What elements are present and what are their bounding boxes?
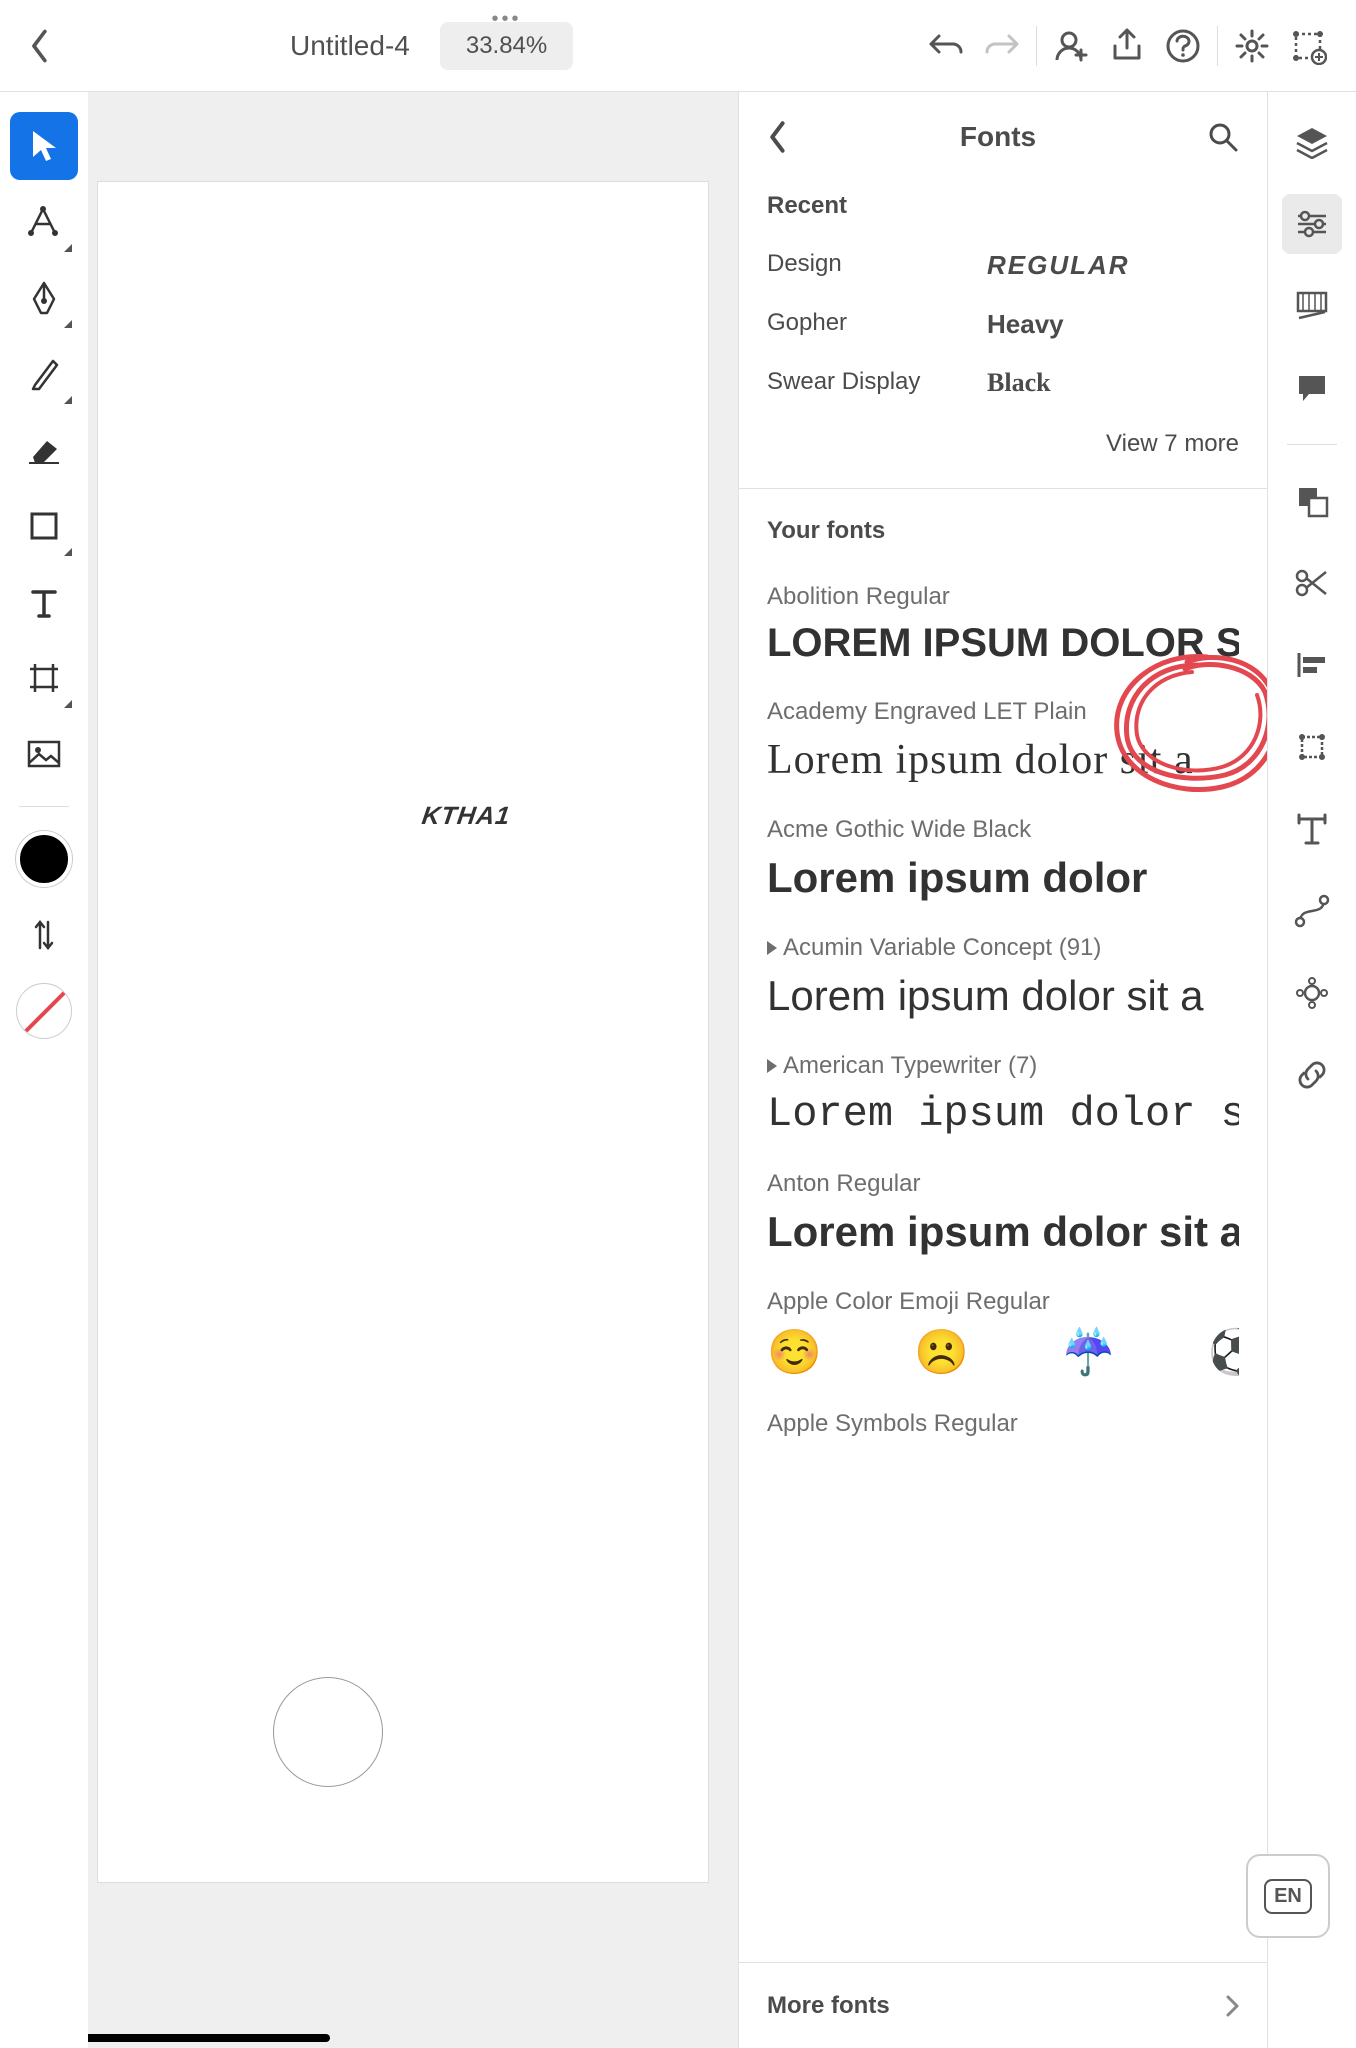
panel-back-button[interactable]: [767, 121, 789, 153]
expand-triangle-icon: [767, 941, 777, 955]
canvas-text-object[interactable]: KTHA1: [420, 802, 512, 831]
language-badge[interactable]: EN: [1246, 1854, 1330, 1938]
recent-font-name: Gopher: [767, 309, 987, 340]
help-button[interactable]: [1155, 18, 1211, 74]
recent-font-row[interactable]: Swear DisplayBlack: [739, 354, 1267, 412]
language-label: EN: [1264, 1879, 1312, 1914]
recent-font-sample: Black: [987, 368, 1239, 398]
artboard-tool[interactable]: [10, 644, 78, 712]
recent-font-sample: Regular: [987, 250, 1239, 281]
canvas[interactable]: KTHA1: [88, 92, 738, 2048]
right-toolbar: [1268, 92, 1356, 2048]
search-fonts-button[interactable]: [1207, 121, 1239, 153]
font-name-label: American Typewriter (7): [767, 1052, 1239, 1080]
swap-fill-stroke[interactable]: [10, 901, 78, 969]
link-button[interactable]: [1282, 1045, 1342, 1105]
type-tool[interactable]: [10, 568, 78, 636]
font-list-item[interactable]: Anton Regular Lorem ipsum dolor sit an: [739, 1148, 1267, 1266]
separator: [1287, 444, 1337, 445]
transform-button[interactable]: [1282, 717, 1342, 777]
font-list-item[interactable]: Acme Gothic Wide Black Lorem ipsum dolor: [739, 794, 1267, 912]
font-sample: Lorem ipsum dolor sit a: [767, 972, 1239, 1020]
font-sample: Lorem ipsum dolor sit an: [767, 1208, 1239, 1256]
font-name-label: Acme Gothic Wide Black: [767, 816, 1239, 844]
more-fonts-label: More fonts: [767, 1992, 890, 2020]
recent-font-row[interactable]: DesignRegular: [739, 236, 1267, 295]
home-indicator: [88, 2034, 330, 2042]
path-button[interactable]: [1282, 881, 1342, 941]
recent-section-label: Recent: [739, 182, 1267, 236]
font-list-item[interactable]: Apple Symbols Regular: [739, 1388, 1267, 1458]
font-list-item[interactable]: Apple Color Emoji Regular ☺️ ☹️ ☔ ⚽ ♻️: [739, 1266, 1267, 1388]
pencil-tool[interactable]: [10, 340, 78, 408]
appearance-button[interactable]: [1282, 963, 1342, 1023]
top-toolbar: Untitled-4 ••• 33.84%: [0, 0, 1356, 92]
fill-color[interactable]: [10, 825, 78, 893]
font-sample: Lorem ipsum dolor sit a: [767, 736, 1239, 784]
shape-tool[interactable]: [10, 492, 78, 560]
more-fonts-button[interactable]: More fonts: [739, 1962, 1267, 2048]
separator: [19, 806, 69, 807]
zoom-level[interactable]: ••• 33.84%: [440, 22, 573, 70]
cut-button[interactable]: [1282, 553, 1342, 613]
canvas-circle-object[interactable]: [273, 1677, 383, 1787]
share-button[interactable]: [1099, 18, 1155, 74]
font-sample: Lorem ipsum dolor: [767, 854, 1239, 902]
chevron-right-icon: [1225, 1994, 1239, 2018]
stroke-color[interactable]: [10, 977, 78, 1045]
document-title[interactable]: Untitled-4: [290, 30, 410, 62]
font-list-item[interactable]: Acumin Variable Concept (91) Lorem ipsum …: [739, 912, 1267, 1030]
pen-tool[interactable]: [10, 264, 78, 332]
recent-font-row[interactable]: GopherHeavy: [739, 295, 1267, 354]
properties-panel-button[interactable]: [1282, 194, 1342, 254]
artboard[interactable]: [98, 182, 708, 1882]
precision-button[interactable]: [1280, 18, 1336, 74]
font-name-label: Apple Symbols Regular: [767, 1410, 1239, 1438]
recent-font-name: Design: [767, 250, 987, 281]
font-list-item[interactable]: American Typewriter (7) Lorem ipsum dolor…: [739, 1030, 1267, 1148]
place-image-tool[interactable]: [10, 720, 78, 788]
separator: [1217, 26, 1218, 66]
add-user-button[interactable]: [1043, 18, 1099, 74]
separator: [1036, 26, 1037, 66]
layers-panel-button[interactable]: [1282, 112, 1342, 172]
precision-panel-button[interactable]: [1282, 276, 1342, 336]
combine-shapes-button[interactable]: [1282, 471, 1342, 531]
selection-tool[interactable]: [10, 112, 78, 180]
font-name-label: Abolition Regular: [767, 583, 1239, 611]
font-sample: LOREM IPSUM DOLOR SIT AMET, CONSEC: [767, 621, 1239, 666]
font-list-item[interactable]: Abolition Regular LOREM IPSUM DOLOR SIT A…: [739, 561, 1267, 676]
your-fonts-label: Your fonts: [739, 489, 1267, 561]
direct-selection-tool[interactable]: [10, 188, 78, 256]
recent-font-name: Swear Display: [767, 368, 987, 398]
recent-font-sample: Heavy: [987, 309, 1239, 340]
font-name-label: Anton Regular: [767, 1170, 1239, 1198]
expand-triangle-icon: [767, 1059, 777, 1073]
font-sample: Lorem ipsum dolor s: [767, 1090, 1239, 1138]
text-panel-button[interactable]: [1282, 799, 1342, 859]
fonts-panel: Fonts Recent DesignRegularGopherHeavySwe…: [738, 92, 1268, 2048]
font-sample: ☺️ ☹️ ☔ ⚽ ♻️: [767, 1326, 1239, 1378]
panel-title: Fonts: [960, 121, 1036, 153]
view-more-link[interactable]: View 7 more: [739, 412, 1267, 488]
font-name-label: Apple Color Emoji Regular: [767, 1288, 1239, 1316]
font-name-label: Academy Engraved LET Plain: [767, 698, 1239, 726]
comments-button[interactable]: [1282, 358, 1342, 418]
undo-button[interactable]: [918, 18, 974, 74]
back-button[interactable]: [20, 26, 60, 66]
redo-button[interactable]: [974, 18, 1030, 74]
left-toolbar: [0, 92, 88, 2048]
zoom-value: 33.84%: [466, 32, 547, 59]
eraser-tool[interactable]: [10, 416, 78, 484]
settings-button[interactable]: [1224, 18, 1280, 74]
align-button[interactable]: [1282, 635, 1342, 695]
font-list-item[interactable]: Academy Engraved LET Plain Lorem ipsum do…: [739, 676, 1267, 794]
zoom-handle-icon: •••: [492, 8, 522, 31]
font-name-label: Acumin Variable Concept (91): [767, 934, 1239, 962]
